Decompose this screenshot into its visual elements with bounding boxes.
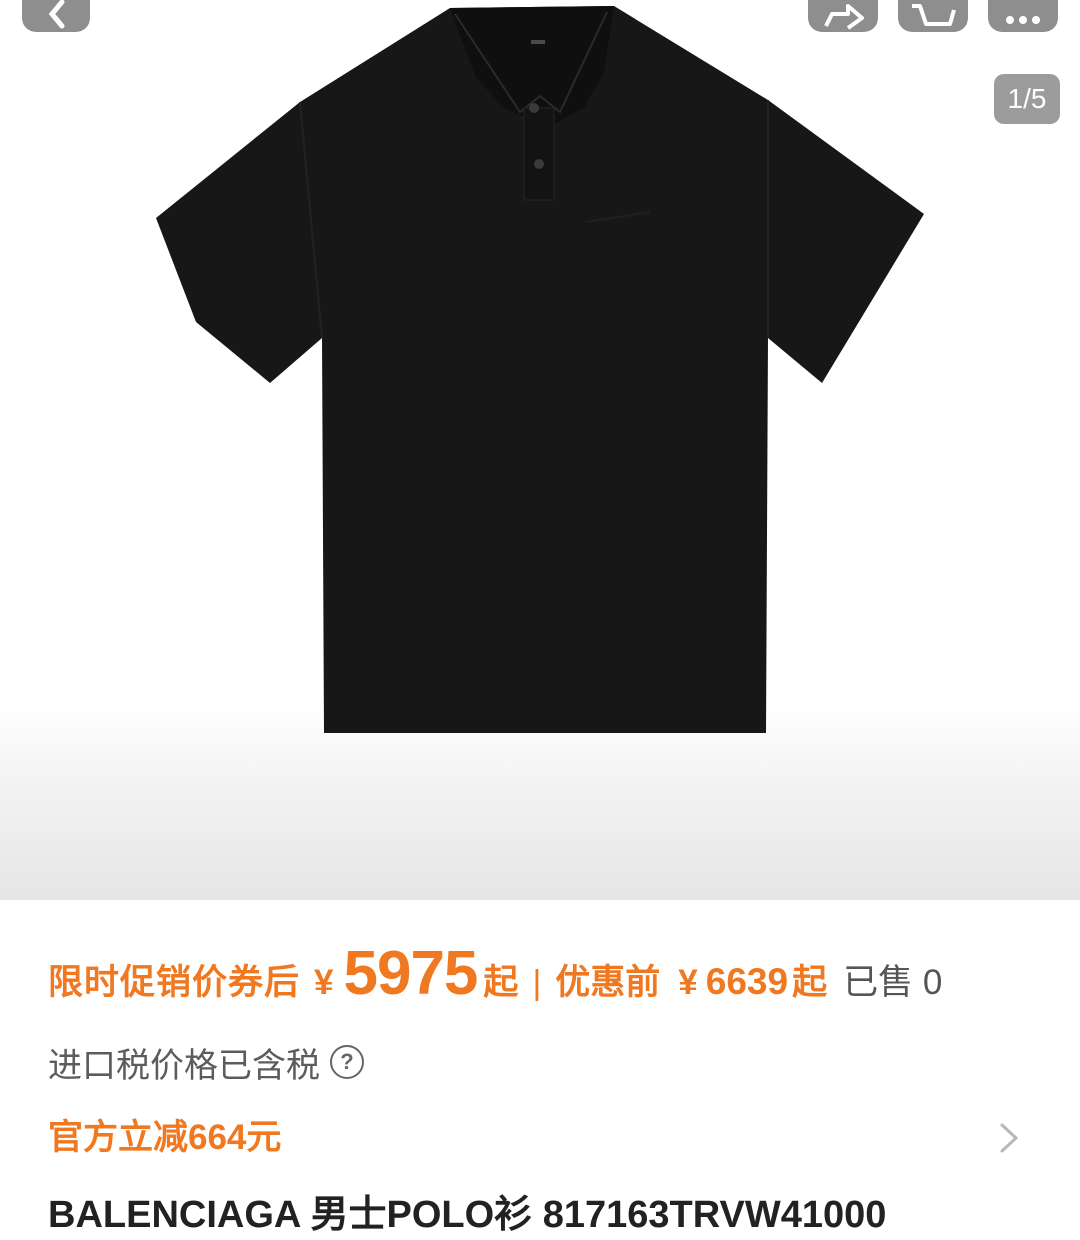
back-button[interactable] (22, 0, 90, 32)
price-suffix: 起 (483, 963, 519, 1002)
sold-count: 已售 0 (843, 963, 943, 1002)
tax-info-text: 进口税价格已含税 (48, 1046, 320, 1085)
more-icon (1006, 16, 1040, 24)
share-button[interactable] (808, 0, 878, 32)
more-button[interactable] (988, 0, 1058, 32)
chevron-right-icon[interactable] (998, 1121, 1022, 1155)
original-price-label: 优惠前 (555, 963, 661, 1002)
cart-button[interactable] (898, 0, 968, 32)
price-separator: | (532, 964, 542, 1002)
original-price-value: 6639 (705, 961, 789, 1002)
share-icon (824, 4, 864, 30)
price-row: 限时促销价券后 ¥ 5975 起 | 优惠前 ¥ 6639 起 已售 0 (48, 938, 942, 1014)
price-value: 5975 (343, 939, 478, 1008)
product-image-gallery[interactable]: 1/5 (0, 0, 1080, 900)
image-counter: 1/5 (994, 74, 1060, 124)
help-icon[interactable]: ? (330, 1045, 364, 1079)
original-price-suffix: 起 (792, 963, 828, 1002)
product-title: BALENCIAGA 男士POLO衫 817163TRVW41000 (48, 1194, 887, 1236)
tax-info-row: 进口税价格已含税 ? (48, 1040, 364, 1085)
original-price-currency: ¥ (678, 963, 698, 1002)
back-icon (48, 0, 65, 29)
price-currency: ¥ (314, 963, 334, 1002)
official-discount[interactable]: 官方立减664元 (48, 1114, 281, 1162)
cart-icon (912, 4, 956, 26)
product-image[interactable] (0, 0, 1080, 900)
promo-price-label: 限时促销价券后 (48, 963, 301, 1002)
